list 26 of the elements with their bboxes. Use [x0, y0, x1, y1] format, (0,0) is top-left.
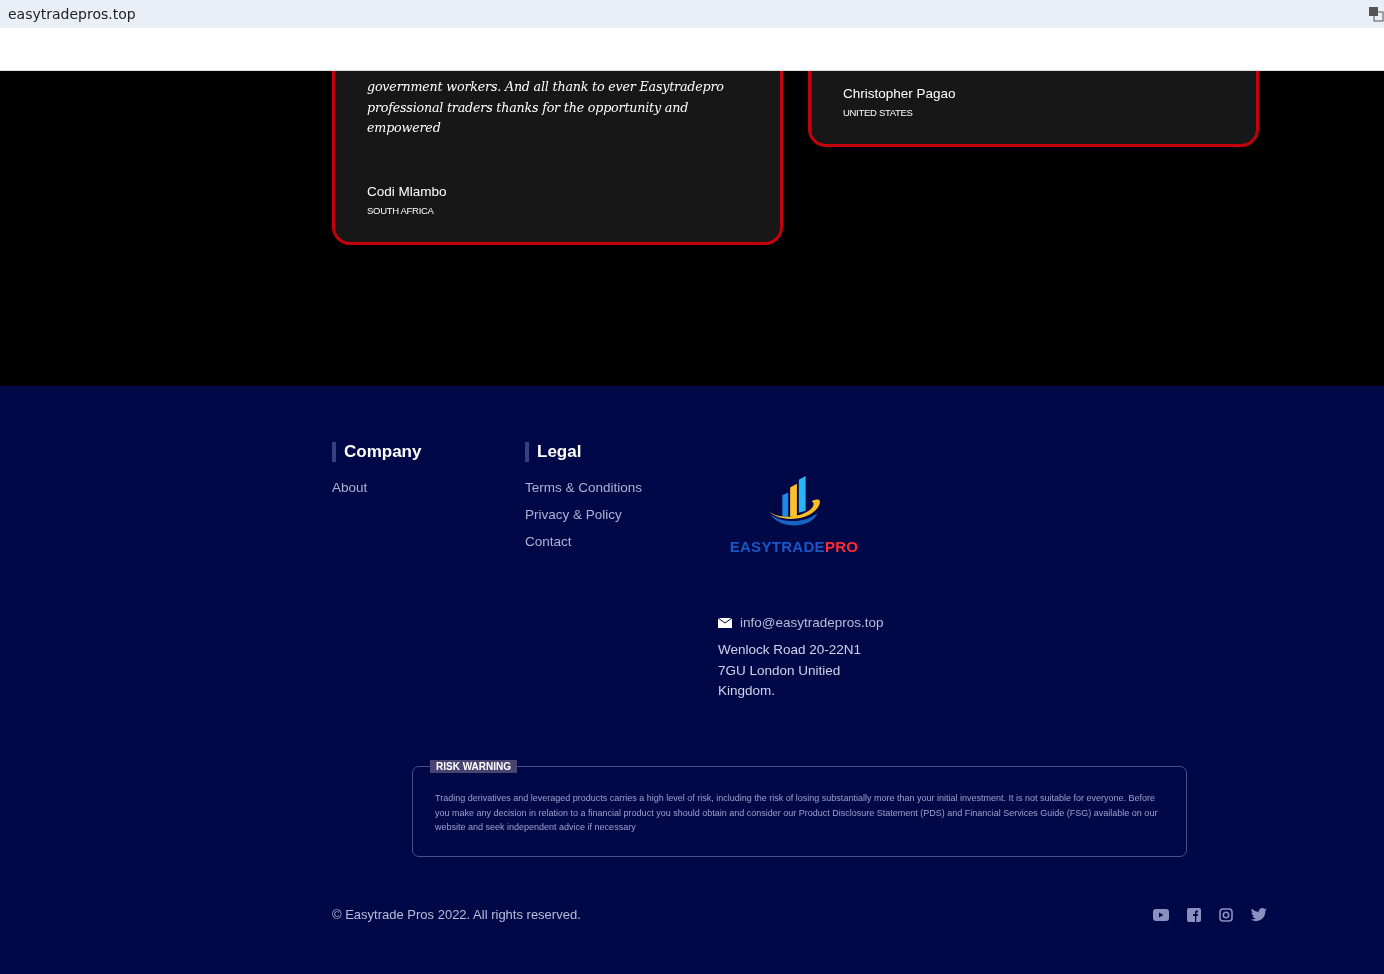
address-line: 7GU London Unitied [718, 661, 842, 680]
author-country: SOUTH AFRICA [367, 205, 435, 216]
footer-link[interactable]: About [332, 480, 368, 495]
translate-icon[interactable] [1368, 6, 1384, 22]
address-text[interactable]: easytradepros.top [8, 6, 136, 22]
address-line: Kingdom. [718, 682, 777, 700]
camera-icon[interactable] [1219, 907, 1233, 922]
email-text: info@easytradepros.top [740, 615, 884, 630]
footer-link[interactable]: Privacy & Policy [525, 507, 622, 522]
bird-icon[interactable] [1251, 908, 1267, 921]
column-heading: Legal [525, 442, 718, 462]
author-name: Codi Mlambo [367, 184, 448, 199]
address-line: Wenlock Road 20-22N1 [718, 641, 863, 659]
facebook-icon[interactable] [1187, 907, 1201, 922]
envelope-icon [718, 617, 732, 628]
footer-link[interactable]: Terms & Conditions [525, 480, 643, 495]
testimonial-quote: government workers. And all thank to ever Easytradepro professional traders thanks for the opportunity and empowered [367, 78, 725, 137]
author-name: Christopher Pagao [843, 86, 957, 101]
logo-text: EASYTRADEPRO [729, 538, 859, 555]
column-heading: Company [332, 442, 525, 462]
play-icon[interactable] [1153, 908, 1169, 921]
footer-link[interactable]: Contact [525, 534, 572, 549]
risk-warning-text: Trading derivatives and leveraged products carries a high level of risk, including the risk of losing substantially more than your initial investment. It is not suitable for everyone. Before you make any decision in relation to a financial product you should obtain and consider our Product Disclosure Statement (PDS) and Financial Services Guide (FSG) available on our website and seek independent advice if necessary [435, 792, 1159, 834]
risk-warning-title: RISK WARNING [430, 760, 517, 773]
author-country: UNITED STATES [843, 107, 914, 118]
copyright-text: © Easytrade Pros 2022. All rights reserved. [332, 907, 581, 922]
